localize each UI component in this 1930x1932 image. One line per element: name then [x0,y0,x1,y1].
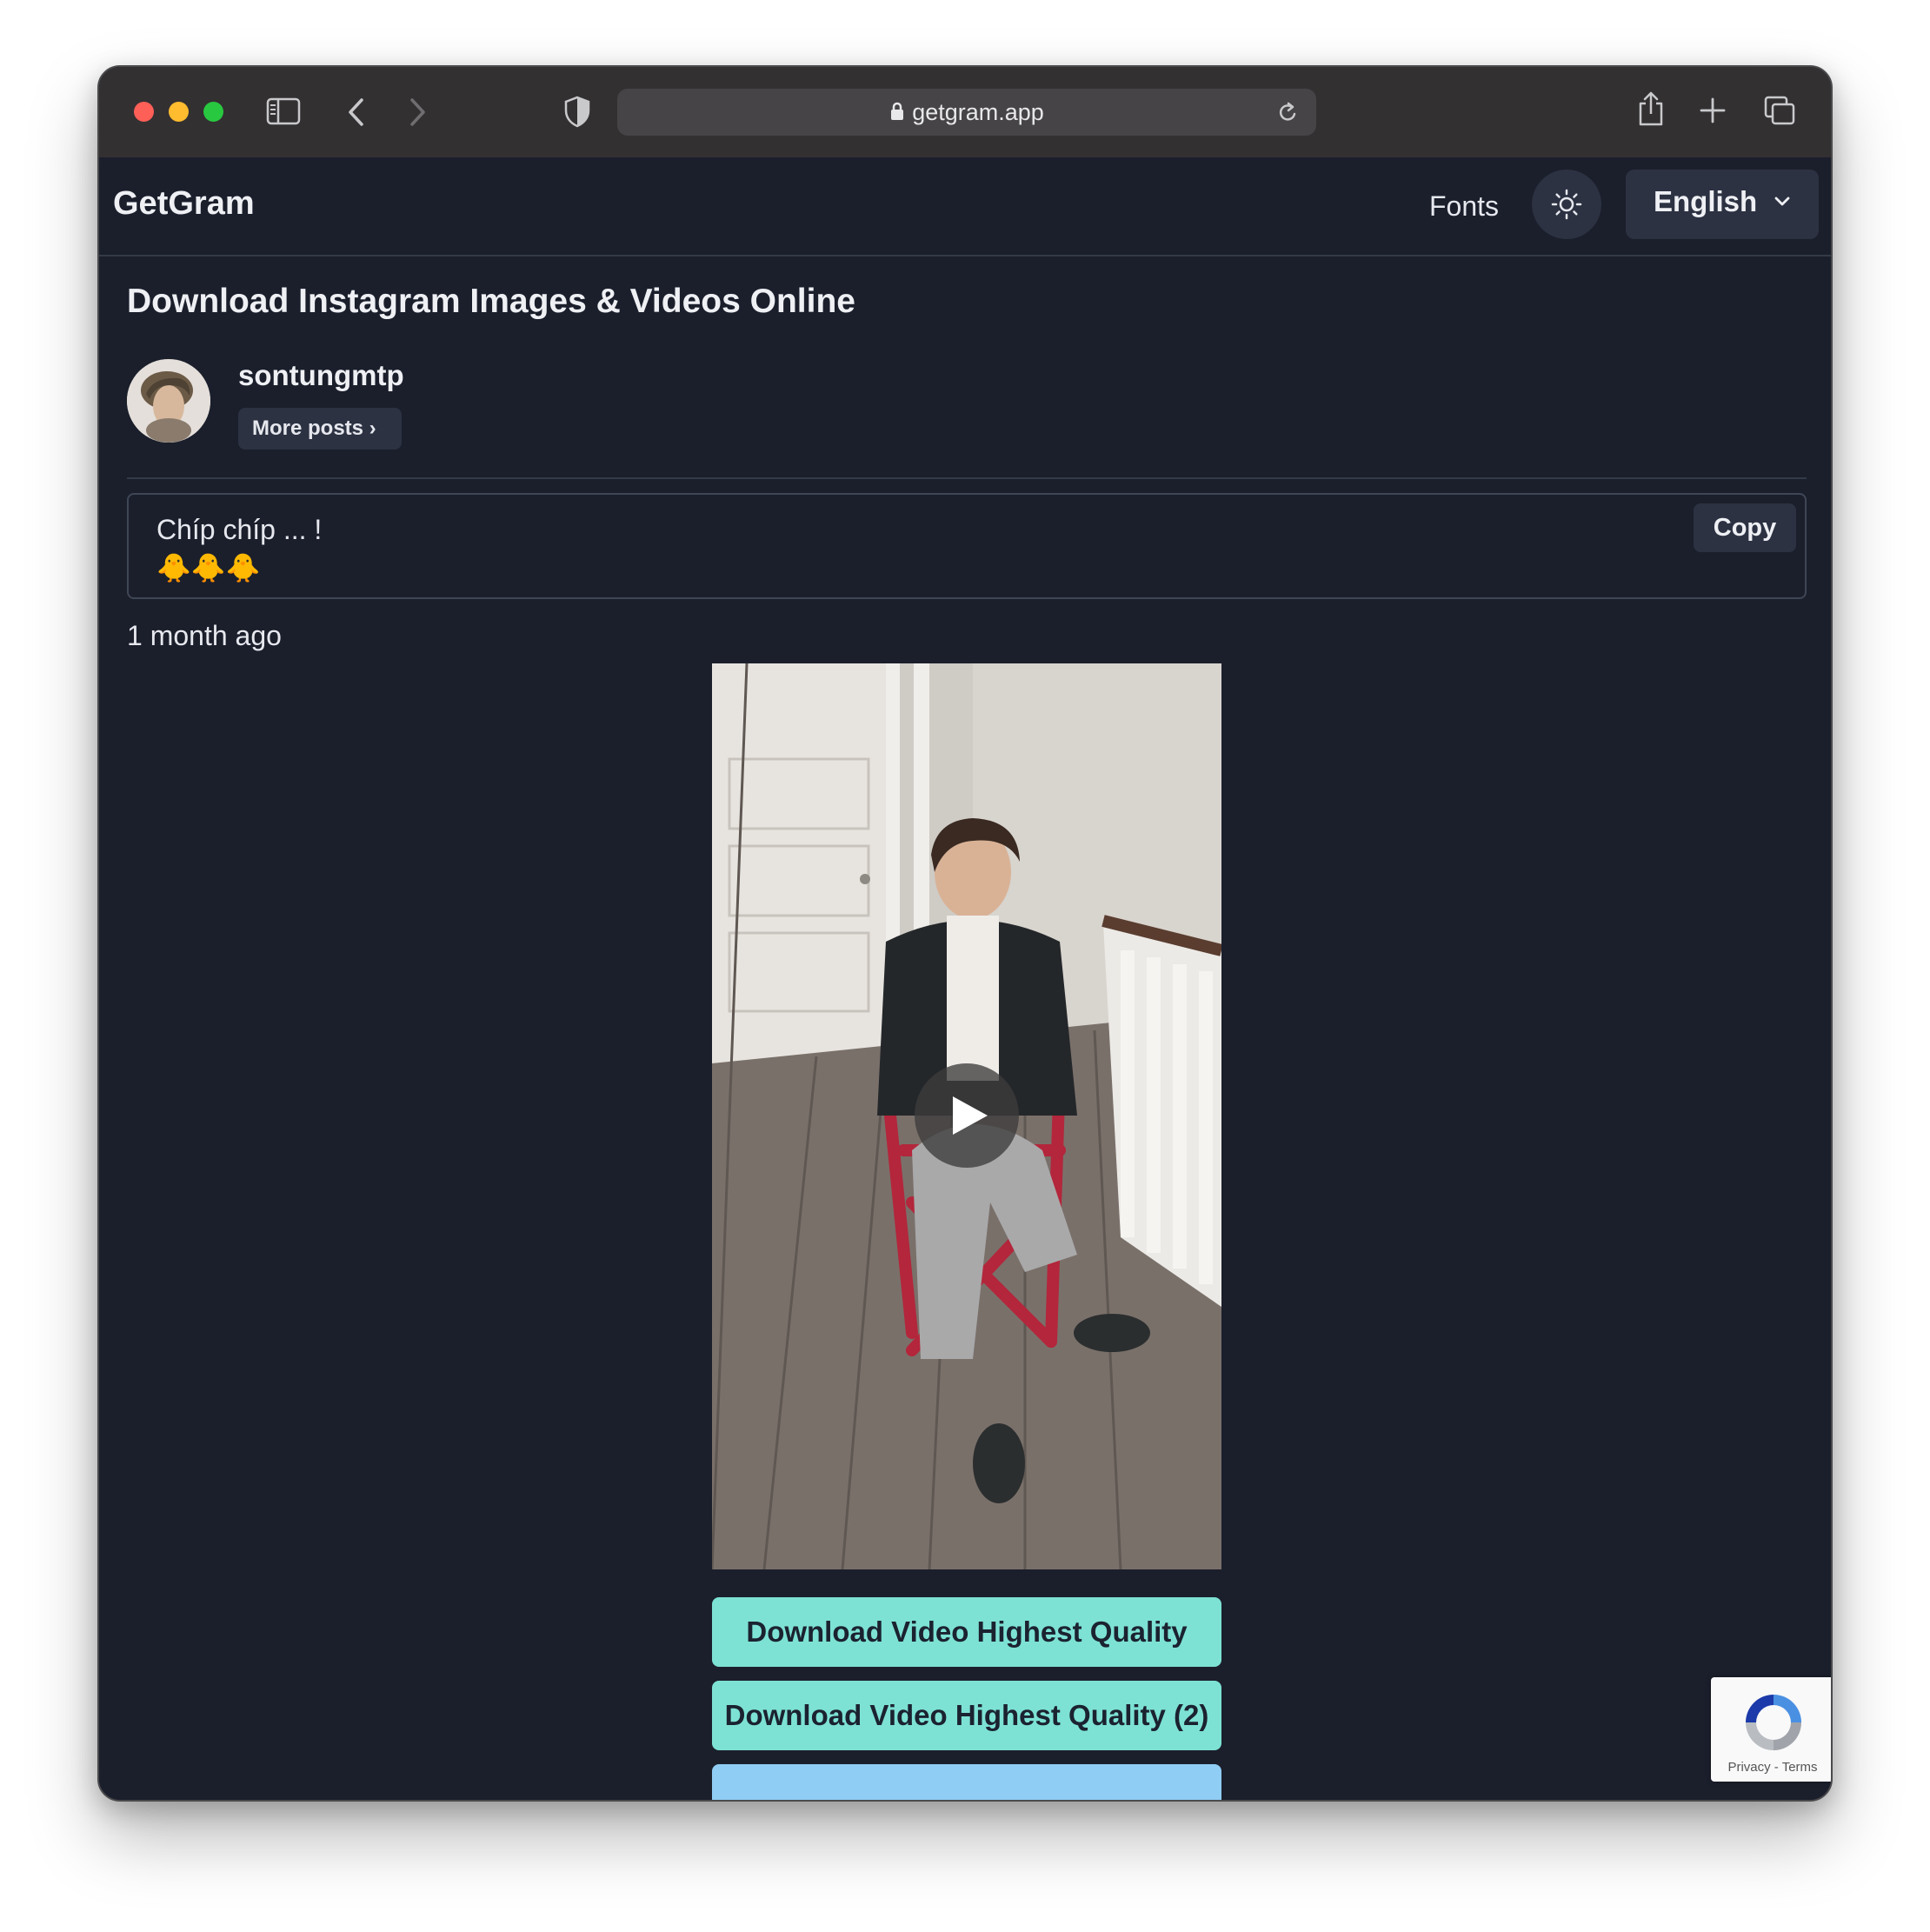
download-video-button[interactable]: Download Video Highest Quality [712,1597,1221,1667]
caption-text: Chíp chíp ... ! 🐥🐥🐥 [156,514,323,583]
sun-icon [1551,189,1582,220]
copy-button[interactable]: Copy [1694,503,1796,552]
share-icon[interactable] [1636,90,1666,128]
video-preview[interactable] [712,663,1221,1569]
divider [127,477,1807,479]
fonts-link[interactable]: Fonts [1429,190,1499,223]
chevron-down-icon [1774,197,1790,206]
site-navbar: GetGram Fonts English [99,157,1831,256]
browser-toolbar: getgram.app [99,67,1831,159]
language-label: English [1654,185,1758,217]
recaptcha-logo-icon [1746,1695,1801,1750]
web-page: GetGram Fonts English Download Instagram… [99,157,1831,1800]
forward-icon[interactable] [407,97,428,128]
new-tab-icon[interactable] [1699,97,1727,124]
username[interactable]: sontungmtp [238,359,404,392]
url-text: getgram.app [912,99,1044,125]
sidebar-toggle-icon[interactable] [266,97,301,126]
post-timestamp: 1 month ago [127,620,282,651]
language-select[interactable]: English [1626,170,1819,239]
back-icon[interactable] [346,97,367,128]
theme-toggle-button[interactable] [1532,170,1601,239]
site-logo[interactable]: GetGram [113,185,255,223]
play-button[interactable] [915,1063,1019,1168]
zoom-window-button[interactable] [203,102,223,122]
recaptcha-badge[interactable]: Privacy - Terms [1711,1677,1831,1782]
page-title: Download Instagram Images & Videos Onlin… [127,283,855,320]
reload-icon[interactable] [1276,101,1299,125]
caption-box: Chíp chíp ... ! 🐥🐥🐥 Copy [127,493,1807,599]
recaptcha-privacy-link[interactable]: Privacy [1727,1760,1770,1775]
play-icon [953,1096,988,1135]
recaptcha-separator: - [1770,1760,1782,1775]
lock-icon [891,102,904,120]
address-bar[interactable]: getgram.app [617,89,1316,136]
avatar-image [127,359,210,443]
download-video-button-2[interactable]: Download Video Highest Quality (2) [712,1681,1221,1750]
recaptcha-terms-link[interactable]: Terms [1782,1760,1818,1775]
privacy-shield-icon[interactable] [563,95,591,128]
close-window-button[interactable] [134,102,154,122]
minimize-window-button[interactable] [169,102,189,122]
avatar[interactable] [127,359,210,443]
browser-window: getgram.app GetGram Fonts English Downlo… [97,65,1833,1802]
download-button-partial[interactable] [712,1764,1221,1800]
tab-overview-icon[interactable] [1763,95,1796,126]
more-posts-button[interactable]: More posts › [238,408,402,450]
